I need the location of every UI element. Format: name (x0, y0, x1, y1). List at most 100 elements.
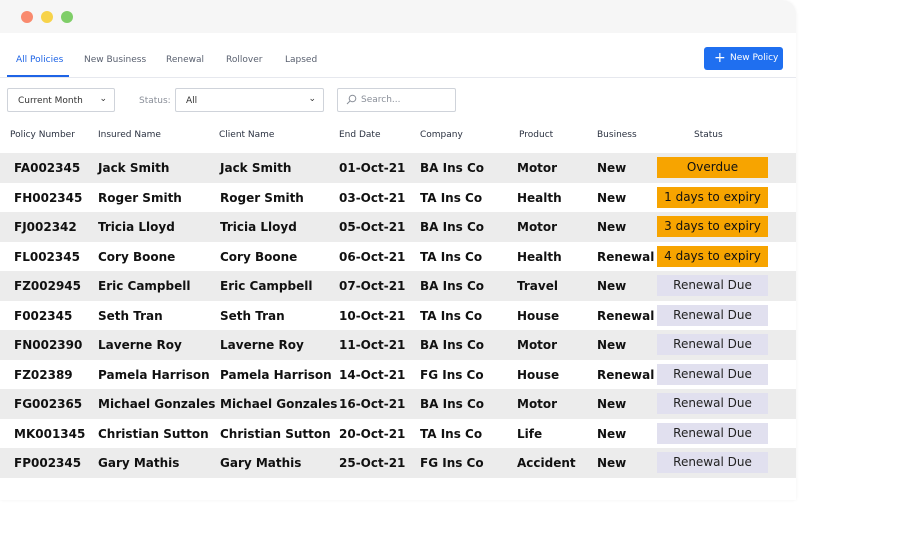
end-date-cell: 06-Oct-21 (339, 249, 406, 264)
column-header[interactable]: Client Name (219, 130, 274, 140)
search-input[interactable]: Search... (337, 88, 456, 112)
company-cell: BA Ins Co (420, 279, 484, 293)
business-cell: New (597, 456, 627, 470)
insured-name-cell: Gary Mathis (98, 456, 180, 470)
end-date-cell: 20-Oct-21 (339, 426, 406, 441)
company-cell: BA Ins Co (420, 161, 484, 175)
business-cell: New (597, 338, 627, 352)
company-cell: BA Ins Co (420, 338, 484, 352)
company-cell: BA Ins Co (420, 397, 484, 411)
insured-name-cell: Jack Smith (98, 161, 170, 175)
tab-all-policies[interactable]: All Policies (16, 55, 63, 65)
insured-name-cell: Pamela Harrison (98, 367, 210, 382)
table-row[interactable]: FP002345 Gary Mathis Gary Mathis 25-Oct-21 F… (0, 448, 796, 478)
tab-renewal[interactable]: Renewal (166, 55, 204, 65)
client-name-cell: Jack Smith (220, 161, 292, 175)
column-header[interactable]: Business (597, 130, 637, 140)
table-row[interactable]: FJ002342 Tricia Lloyd Tricia Lloyd 05-Oct-2… (0, 212, 796, 242)
table-row[interactable]: FZ02389 Pamela Harrison Pamela Harrison 14-… (0, 360, 796, 390)
end-date-cell: 14-Oct-21 (339, 367, 406, 382)
column-header[interactable]: Insured Name (98, 130, 161, 140)
policy-number-cell: FZ02389 (14, 367, 73, 382)
table-row[interactable]: FZ002945 Eric Campbell Eric Campbell 07-Oct… (0, 271, 796, 301)
business-cell: New (597, 220, 627, 234)
policy-number-cell: FP002345 (14, 456, 82, 470)
column-header[interactable]: Company (420, 130, 463, 140)
product-cell: Accident (517, 456, 576, 470)
table-row[interactable]: FN002390 Laverne Roy Laverne Roy 11-Oct-21 B… (0, 330, 796, 360)
business-cell: New (597, 190, 627, 205)
client-name-cell: Gary Mathis (220, 456, 302, 470)
column-header[interactable]: Product (519, 130, 553, 140)
maximize-window-button[interactable] (61, 11, 73, 23)
client-name-cell: Roger Smith (220, 190, 304, 205)
period-select[interactable]: Current Month ⌄ (7, 88, 115, 112)
column-header[interactable]: Policy Number (10, 130, 75, 140)
insured-name-cell: Seth Tran (98, 308, 163, 323)
status-badge: 1 days to expiry (657, 186, 768, 208)
end-date-cell: 05-Oct-21 (339, 220, 406, 234)
business-cell: Renewal (597, 308, 655, 323)
business-cell: New (597, 397, 627, 411)
company-cell: BA Ins Co (420, 220, 484, 234)
end-date-cell: 10-Oct-21 (339, 308, 406, 323)
table-row[interactable]: MK001345 Christian Sutton Christian Sutton… (0, 419, 796, 449)
new-policy-button[interactable]: + New Policy (704, 47, 783, 70)
status-badge: Renewal Due (657, 363, 768, 385)
policy-number-cell: FZ002945 (14, 279, 81, 293)
client-name-cell: Christian Sutton (220, 426, 331, 441)
tab-lapsed[interactable]: Lapsed (285, 55, 317, 65)
status-badge: 4 days to expiry (657, 245, 768, 267)
product-cell: House (517, 308, 560, 323)
company-cell: TA Ins Co (420, 308, 483, 323)
company-cell: TA Ins Co (420, 190, 483, 205)
period-value: Current Month (18, 96, 83, 106)
client-name-cell: Eric Campbell (220, 279, 313, 293)
title-bar (0, 0, 796, 33)
company-cell: FG Ins Co (420, 367, 484, 382)
search-icon (346, 94, 357, 105)
policy-number-cell: FH002345 (14, 190, 83, 205)
end-date-cell: 16-Oct-21 (339, 397, 406, 411)
product-cell: Health (517, 249, 562, 264)
insured-name-cell: Tricia Lloyd (98, 220, 175, 234)
policy-number-cell: MK001345 (14, 426, 86, 441)
status-badge: Renewal Due (657, 275, 768, 296)
status-select[interactable]: All ⌄ (175, 88, 324, 112)
chevron-down-icon: ⌄ (99, 94, 107, 104)
table-row[interactable]: FH002345 Roger Smith Roger Smith 03-Oct-21 T… (0, 183, 796, 213)
status-badge: Renewal Due (657, 304, 768, 326)
end-date-cell: 03-Oct-21 (339, 190, 406, 205)
column-header[interactable]: End Date (339, 130, 380, 140)
policy-number-cell: FN002390 (14, 338, 83, 352)
tab-rollover[interactable]: Rollover (226, 55, 262, 65)
search-placeholder: Search... (361, 95, 401, 105)
client-name-cell: Tricia Lloyd (220, 220, 297, 234)
policy-number-cell: FG002365 (14, 397, 83, 411)
status-badge: Renewal Due (657, 334, 768, 355)
table-row[interactable]: FA002345 Jack Smith Jack Smith 01-Oct-21 BA … (0, 153, 796, 183)
product-cell: Travel (517, 279, 558, 293)
minimize-window-button[interactable] (41, 11, 53, 23)
table-row[interactable]: FL002345 Cory Boone Cory Boone 06-Oct-21 TA … (0, 242, 796, 272)
table-row[interactable]: FG002365 Michael Gonzales Michael Gonzales… (0, 389, 796, 419)
insured-name-cell: Cory Boone (98, 249, 176, 264)
policy-tabs: All Policies New Business Renewal Rollov… (0, 33, 796, 78)
end-date-cell: 11-Oct-21 (339, 338, 406, 352)
product-cell: Life (517, 426, 543, 441)
table-row[interactable]: F002345 Seth Tran Seth Tran 10-Oct-21 TA Ins… (0, 301, 796, 331)
product-cell: Health (517, 190, 562, 205)
product-cell: Motor (517, 220, 558, 234)
product-cell: Motor (517, 161, 558, 175)
policy-number-cell: F002345 (14, 308, 73, 323)
tab-new-business[interactable]: New Business (84, 55, 146, 65)
company-cell: TA Ins Co (420, 249, 483, 264)
insured-name-cell: Michael Gonzales (98, 397, 216, 411)
column-header[interactable]: Status (694, 130, 723, 140)
status-badge: Overdue (657, 157, 768, 178)
insured-name-cell: Eric Campbell (98, 279, 191, 293)
end-date-cell: 07-Oct-21 (339, 279, 406, 293)
policy-number-cell: FA002345 (14, 161, 81, 175)
business-cell: New (597, 426, 627, 441)
close-window-button[interactable] (21, 11, 33, 23)
